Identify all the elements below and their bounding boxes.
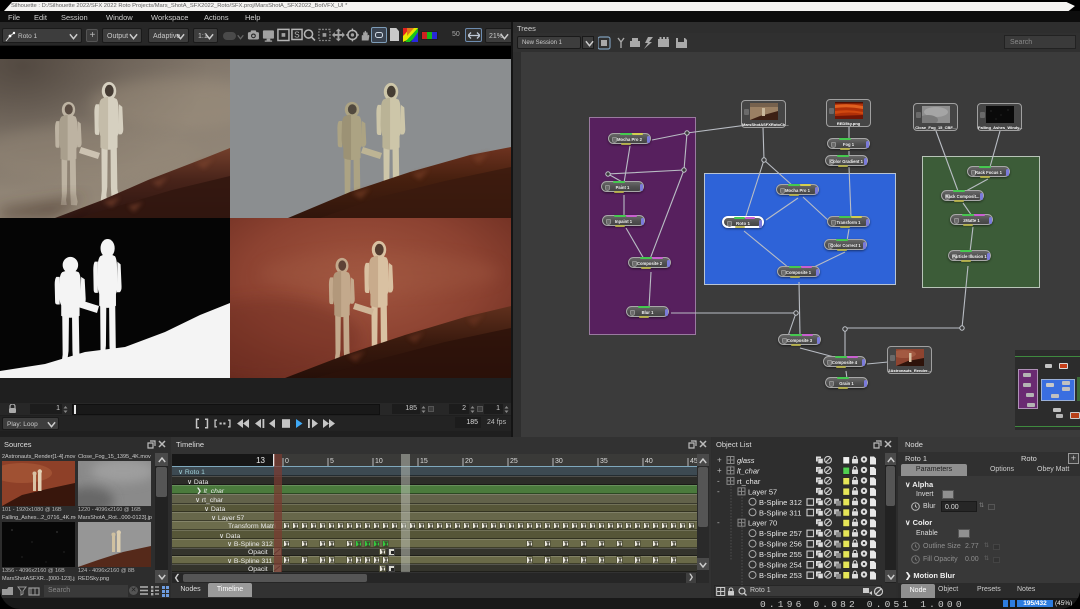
svg-text:0: 0	[285, 458, 289, 465]
svg-text:40: 40	[645, 458, 653, 465]
svg-text:15: 15	[420, 458, 428, 465]
svg-text:35: 35	[600, 458, 608, 465]
svg-text:5: 5	[330, 458, 334, 465]
svg-text:20: 20	[465, 458, 473, 465]
svg-text:S: S	[294, 31, 300, 40]
svg-text:25: 25	[510, 458, 518, 465]
svg-text:45: 45	[690, 458, 697, 465]
svg-text:30: 30	[555, 458, 563, 465]
svg-text:10: 10	[375, 458, 383, 465]
